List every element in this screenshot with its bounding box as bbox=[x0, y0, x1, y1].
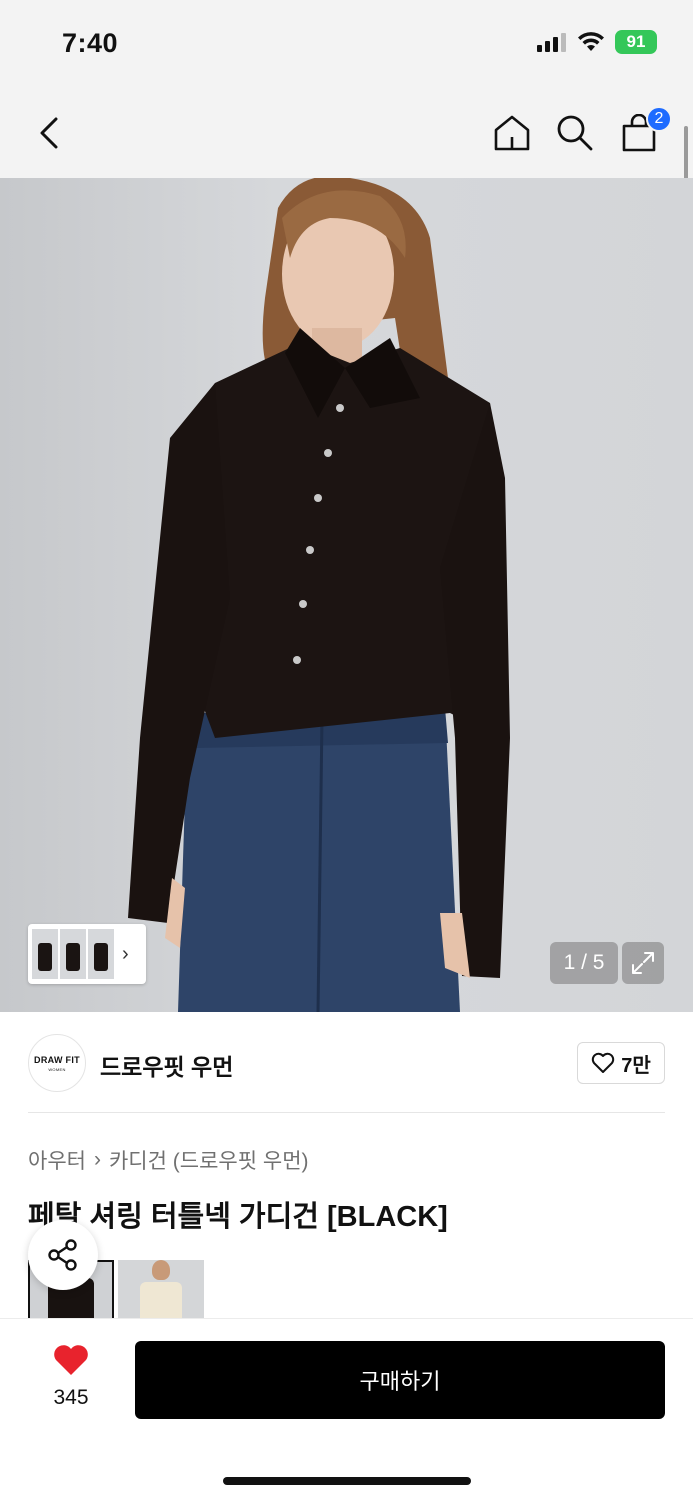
divider bbox=[28, 1112, 665, 1113]
signal-icon bbox=[537, 33, 566, 52]
product-title: 페탈 셔링 터틀넥 가디건 [BLACK] bbox=[28, 1201, 448, 1233]
image-pager: 1 / 5 bbox=[550, 942, 618, 984]
thumbnail-1[interactable] bbox=[32, 929, 58, 979]
breadcrumb-subcategory[interactable]: 카디건 (드로우핏 우먼) bbox=[109, 1145, 309, 1175]
home-button[interactable] bbox=[485, 106, 539, 160]
product-image[interactable] bbox=[0, 178, 693, 1012]
breadcrumb: 아우터 › 카디건 (드로우핏 우먼) bbox=[28, 1145, 309, 1175]
chevron-left-icon bbox=[40, 117, 58, 149]
expand-image-button[interactable] bbox=[622, 942, 664, 984]
breadcrumb-separator: › bbox=[93, 1148, 101, 1171]
brand-like-button[interactable]: 7만 bbox=[577, 1042, 665, 1084]
wish-button[interactable]: 345 bbox=[40, 1343, 102, 1410]
share-icon bbox=[48, 1239, 77, 1271]
wish-count: 345 bbox=[53, 1386, 89, 1409]
back-button[interactable] bbox=[22, 106, 76, 160]
status-bar: 7:40 91 bbox=[0, 0, 693, 88]
battery-level: 91 bbox=[626, 32, 646, 51]
home-icon bbox=[494, 115, 530, 151]
search-button[interactable] bbox=[548, 106, 602, 160]
thumbnail-3[interactable] bbox=[88, 929, 114, 979]
cart-button[interactable]: 2 bbox=[612, 106, 672, 160]
thumbnail-strip[interactable]: › bbox=[28, 924, 146, 984]
nav-bar: 2 bbox=[0, 88, 693, 178]
status-icons: 91 bbox=[537, 30, 657, 54]
battery-icon: 91 bbox=[615, 30, 657, 54]
share-button[interactable] bbox=[28, 1220, 98, 1290]
brand-like-count: 7만 bbox=[621, 1054, 651, 1077]
heart-outline-icon bbox=[592, 1052, 615, 1073]
home-indicator bbox=[223, 1477, 471, 1485]
brand-row[interactable]: DRAW FIT WOMEN 드로우핏 우먼 7만 bbox=[28, 1034, 665, 1092]
buy-button[interactable]: 구매하기 bbox=[135, 1341, 665, 1419]
product-photo-illustration bbox=[128, 178, 510, 1012]
breadcrumb-category[interactable]: 아우터 bbox=[28, 1145, 86, 1175]
swatch-cream[interactable] bbox=[118, 1260, 204, 1318]
thumbnail-strip-arrow[interactable]: › bbox=[122, 943, 129, 966]
cart-count-badge: 2 bbox=[646, 106, 672, 132]
brand-logo-subtext: WOMEN bbox=[48, 1066, 66, 1072]
heart-filled-icon bbox=[54, 1345, 88, 1375]
thumbnail-2[interactable] bbox=[60, 929, 86, 979]
bottom-action-bar: 345 구매하기 bbox=[0, 1318, 693, 1500]
status-time: 7:40 bbox=[62, 28, 119, 58]
search-icon bbox=[557, 115, 593, 151]
expand-icon bbox=[632, 952, 654, 974]
brand-name[interactable]: 드로우핏 우먼 bbox=[100, 1048, 233, 1082]
brand-logo[interactable]: DRAW FIT WOMEN bbox=[28, 1034, 86, 1092]
brand-logo-text: DRAW FIT bbox=[34, 1054, 80, 1065]
wifi-icon bbox=[578, 32, 604, 51]
